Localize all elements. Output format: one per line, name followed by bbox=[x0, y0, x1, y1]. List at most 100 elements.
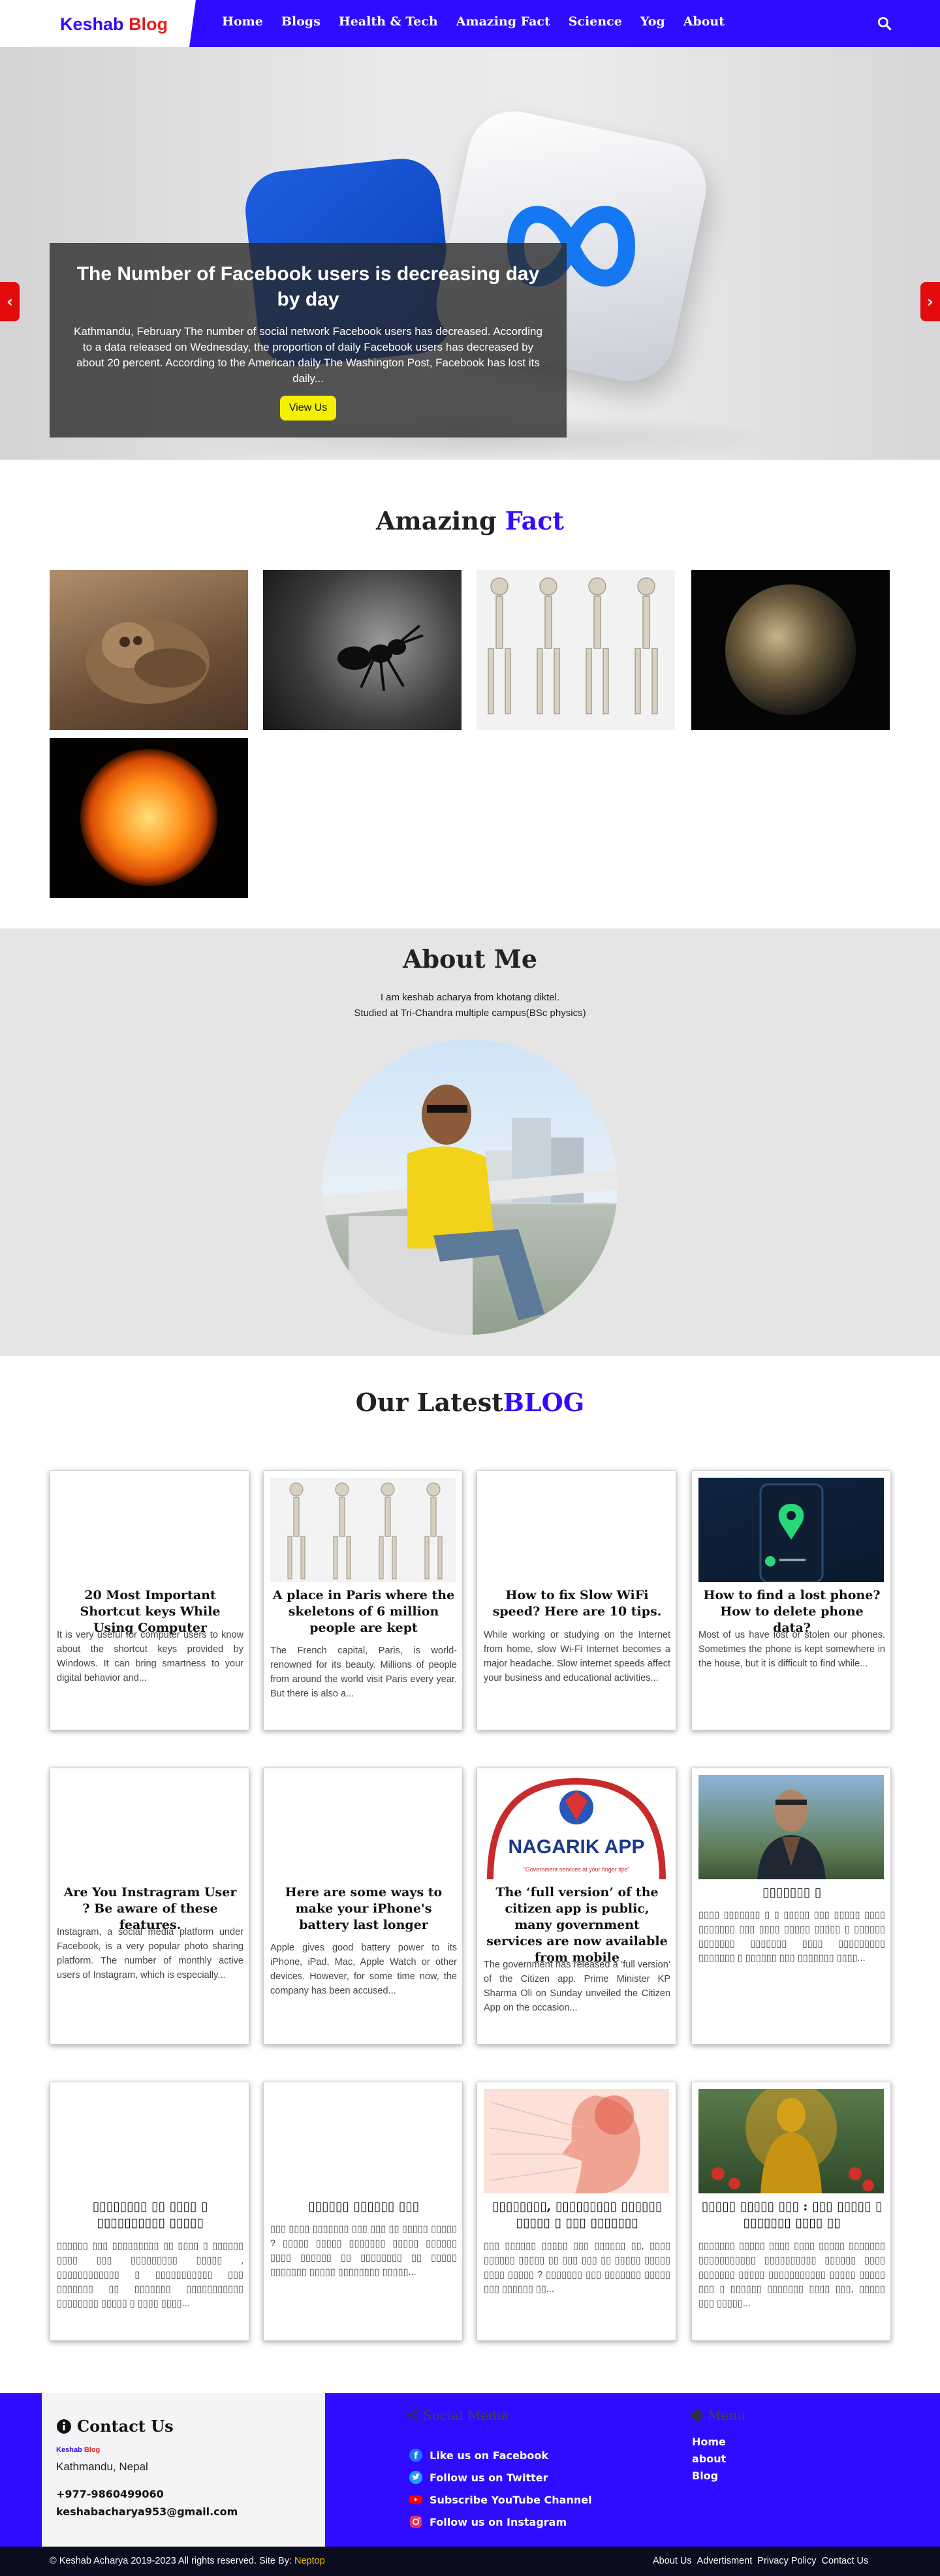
fact-image-planet[interactable] bbox=[691, 570, 890, 730]
blog-card-title[interactable]: ▯▯▯▯▯ ▯▯▯▯▯ ▯▯▯ : ▯▯▯ ▯▯▯▯▯ ▯ ▯▯▯▯▯▯▯ ▯▯… bbox=[700, 2199, 884, 2231]
mini-logo-b: Blog bbox=[84, 2446, 101, 2454]
blog-card[interactable]: 20 Most Important Shortcut keys While Us… bbox=[50, 1471, 249, 1730]
blog-card-title[interactable]: ▯▯▯▯▯▯▯ ▯ bbox=[700, 1884, 884, 1901]
slider-prev-button[interactable]: ‹ bbox=[0, 282, 20, 321]
menu-title: Menu bbox=[708, 2408, 746, 2423]
about-line-2: Studied at Tri-Chandra multiple campus(B… bbox=[354, 1008, 586, 1019]
copyright-links: About Us Advertisment Privacy Policy Con… bbox=[653, 2556, 868, 2566]
nav-science[interactable]: Science bbox=[569, 14, 622, 29]
hero-caption: The Number of Facebook users is decreasi… bbox=[50, 243, 567, 437]
blog-card-title[interactable]: ▯▯▯▯▯▯▯▯, ▯▯▯▯▯▯▯▯▯ ▯▯▯▯▯▯ ▯▯▯▯▯ ▯ ▯▯▯ ▯… bbox=[485, 2199, 669, 2231]
blog-card[interactable]: Are You Instragram User ? Be aware of th… bbox=[50, 1768, 249, 2044]
blog-heading-b: BLOG bbox=[503, 1388, 585, 1417]
info-icon bbox=[57, 2419, 71, 2434]
fact-image-skeletons[interactable] bbox=[477, 570, 675, 730]
contact-email[interactable]: keshabacharya953@gmail.com bbox=[56, 2505, 311, 2518]
blog-card-image[interactable] bbox=[698, 1775, 884, 1879]
social-link-facebook[interactable]: f Like us on Facebook bbox=[409, 2444, 592, 2466]
nav-about[interactable]: About bbox=[683, 14, 725, 29]
contact-phone[interactable]: +977-9860499060 bbox=[56, 2488, 311, 2500]
twitter-icon bbox=[409, 2470, 423, 2485]
blog-card[interactable]: ▯▯▯▯▯▯ ▯▯▯▯▯▯ ▯▯▯ ▯▯▯ ▯▯▯▯ ▯▯▯▯▯▯▯ ▯▯▯ ▯… bbox=[263, 2082, 463, 2341]
slider-next-button[interactable]: › bbox=[920, 282, 940, 321]
link-advertisment[interactable]: Advertisment bbox=[697, 2556, 753, 2566]
about-line-1: I am keshab acharya from khotang diktel. bbox=[380, 992, 560, 1003]
fact-image-ant[interactable] bbox=[263, 570, 462, 730]
nav-health-tech[interactable]: Health & Tech bbox=[339, 14, 438, 29]
blog-card-excerpt: The French capital, Paris, is world-reno… bbox=[270, 1646, 457, 1699]
blog-card-title[interactable]: How to fix Slow WiFi speed? Here are 10 … bbox=[485, 1587, 669, 1620]
blog-card-excerpt: Instagram, a social media platform under… bbox=[57, 1927, 243, 1980]
social-media-title: Social Media bbox=[423, 2408, 509, 2423]
footer-menu-blog[interactable]: Blog bbox=[692, 2468, 726, 2485]
mini-logo-a: Keshab bbox=[56, 2446, 82, 2454]
contact-heading: Contact Us bbox=[56, 2417, 311, 2436]
svg-text:"Government services at your f: "Government services at your finger tips… bbox=[524, 1866, 630, 1873]
amazing-fact-heading-a: Amazing bbox=[376, 506, 497, 535]
chevron-left-icon: ‹ bbox=[7, 293, 13, 311]
blog-card-excerpt: It is very useful for computer users to … bbox=[57, 1630, 243, 1683]
social-links: f Like us on Facebook Follow us on Twitt… bbox=[409, 2444, 592, 2533]
instagram-icon bbox=[409, 2515, 422, 2528]
fact-image-mummy[interactable] bbox=[50, 570, 248, 730]
blog-card[interactable]: ▯▯▯▯▯▯▯▯, ▯▯▯▯▯▯▯▯▯ ▯▯▯▯▯▯ ▯▯▯▯▯ ▯ ▯▯▯ ▯… bbox=[477, 2082, 676, 2341]
amazing-fact-heading-b: Fact bbox=[505, 506, 564, 535]
fact-image-sun[interactable] bbox=[50, 738, 248, 898]
blog-card-image[interactable] bbox=[270, 1478, 456, 1582]
social-link-instagram[interactable]: Follow us on Instagram bbox=[409, 2511, 592, 2533]
logo-text-blog: Blog bbox=[129, 14, 168, 34]
blog-card-excerpt: ▯▯▯ ▯▯▯▯▯▯ ▯▯▯▯▯ ▯▯▯ ▯▯▯▯▯▯ ▯▯, ▯▯▯▯ ▯▯▯… bbox=[484, 2241, 670, 2295]
amazing-fact-heading: Amazing Fact bbox=[0, 506, 940, 535]
site-footer: Contact Us Keshab Blog Kathmandu, Nepal … bbox=[0, 2393, 940, 2547]
search-icon[interactable] bbox=[876, 15, 893, 32]
social-link-youtube[interactable]: Subscribe YouTube Channel bbox=[409, 2489, 592, 2511]
blog-card-image[interactable]: NAGARIK APP "Government services at your … bbox=[484, 1775, 669, 1879]
blog-heading: Our LatestBLOG bbox=[0, 1388, 940, 1417]
svg-text:NAGARIK APP: NAGARIK APP bbox=[509, 1836, 645, 1858]
site-by-link[interactable]: Neptop bbox=[294, 2556, 325, 2566]
blog-card-image[interactable] bbox=[484, 2089, 669, 2193]
blog-card[interactable]: How to find a lost phone? How to delete … bbox=[691, 1471, 891, 1730]
social-link-twitter[interactable]: Follow us on Twitter bbox=[409, 2466, 592, 2489]
blog-card-excerpt: Most of us have lost or stolen our phone… bbox=[698, 1630, 885, 1669]
blog-card-image[interactable] bbox=[698, 2089, 884, 2193]
blog-card[interactable]: How to fix Slow WiFi speed? Here are 10 … bbox=[477, 1471, 676, 1730]
blog-card-excerpt: While working or studying on the Interne… bbox=[484, 1630, 670, 1683]
link-privacy-policy[interactable]: Privacy Policy bbox=[757, 2556, 816, 2566]
facebook-icon: f bbox=[409, 2448, 423, 2462]
blog-card[interactable]: ▯▯▯▯▯▯▯▯ ▯▯ ▯▯▯▯ ▯ ▯▯▯▯▯▯▯▯▯▯ ▯▯▯▯▯ ▯▯▯▯… bbox=[50, 2082, 249, 2341]
blog-card-title[interactable]: Here are some ways to make your iPhone's… bbox=[272, 1884, 456, 1933]
nav-home[interactable]: Home bbox=[222, 14, 263, 29]
view-us-button[interactable]: View Us bbox=[279, 396, 337, 421]
hero-title: The Number of Facebook users is decreasi… bbox=[76, 263, 540, 310]
footer-mini-logo: Keshab Blog bbox=[56, 2446, 311, 2454]
blog-card[interactable]: ▯▯▯▯▯▯▯ ▯ ▯▯▯▯ ▯▯▯▯▯▯▯ ▯ ▯ ▯▯▯▯▯ ▯▯▯ ▯▯▯… bbox=[691, 1768, 891, 2044]
link-about-us[interactable]: About Us bbox=[653, 2556, 692, 2566]
blog-card-title[interactable]: The ‘full version’ of the citizen app is… bbox=[485, 1884, 669, 1966]
about-section: About Me I am keshab acharya from khotan… bbox=[0, 929, 940, 1356]
blog-card[interactable]: A place in Paris where the skeletons of … bbox=[263, 1471, 463, 1730]
nav-blogs[interactable]: Blogs bbox=[281, 14, 321, 29]
site-logo[interactable]: Keshab Blog bbox=[60, 14, 168, 35]
logo-text-keshab: Keshab bbox=[60, 14, 124, 34]
chevron-right-icon: › bbox=[927, 293, 933, 311]
footer-menu-about[interactable]: about bbox=[692, 2451, 726, 2468]
nav-amazing-fact[interactable]: Amazing Fact bbox=[456, 14, 550, 29]
blog-card-title[interactable]: A place in Paris where the skeletons of … bbox=[272, 1587, 456, 1636]
nav-yog[interactable]: Yog bbox=[640, 14, 665, 29]
youtube-icon bbox=[409, 2495, 423, 2504]
blog-card-excerpt: ▯▯▯▯▯▯ ▯▯▯ ▯▯▯▯▯▯▯▯▯ ▯▯ ▯▯▯▯ ▯ ▯▯▯▯▯▯ ▯▯… bbox=[57, 2241, 243, 2309]
blog-card-image[interactable] bbox=[698, 1478, 884, 1582]
share-icon bbox=[407, 2409, 418, 2421]
about-text: I am keshab acharya from khotang diktel.… bbox=[0, 990, 940, 1021]
blog-card[interactable]: ▯▯▯▯▯ ▯▯▯▯▯ ▯▯▯ : ▯▯▯ ▯▯▯▯▯ ▯ ▯▯▯▯▯▯▯ ▯▯… bbox=[691, 2082, 891, 2341]
link-contact-us[interactable]: Contact Us bbox=[822, 2556, 869, 2566]
blog-card-title[interactable]: ▯▯▯▯▯▯▯▯ ▯▯ ▯▯▯▯ ▯ ▯▯▯▯▯▯▯▯▯▯ ▯▯▯▯▯ bbox=[58, 2199, 242, 2231]
main-nav: Home Blogs Health & Tech Amazing Fact Sc… bbox=[222, 14, 743, 29]
blog-card[interactable]: NAGARIK APP "Government services at your … bbox=[477, 1768, 676, 2044]
blog-card-title[interactable]: ▯▯▯▯▯▯ ▯▯▯▯▯▯ ▯▯▯ bbox=[272, 2199, 456, 2215]
contact-title: Contact Us bbox=[77, 2417, 174, 2436]
blog-card-excerpt: ▯▯▯ ▯▯▯▯ ▯▯▯▯▯▯▯ ▯▯▯ ▯▯▯ ▯▯ ▯▯▯▯▯ ▯▯▯▯▯ … bbox=[270, 2224, 457, 2278]
blog-card[interactable]: Here are some ways to make your iPhone's… bbox=[263, 1768, 463, 2044]
footer-menu-home[interactable]: Home bbox=[692, 2434, 726, 2451]
